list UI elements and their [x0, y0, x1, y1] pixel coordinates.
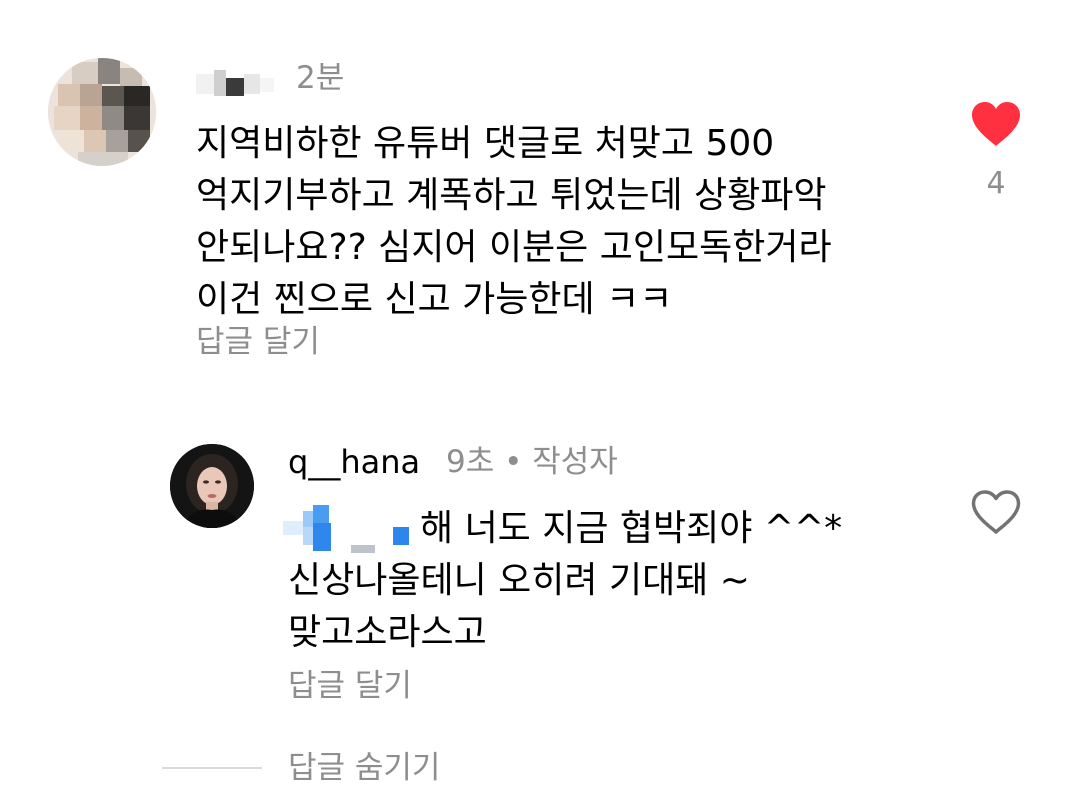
- comment-line: 억지기부하고 계폭하고 튀었는데 상황파악: [196, 175, 827, 216]
- divider-line: [162, 767, 262, 769]
- like-count: 4: [986, 166, 1006, 201]
- author-username[interactable]: q__hana: [288, 440, 420, 484]
- comment-line: 지역비하한 유튜버 댓글로 처맞고 500: [196, 123, 775, 164]
- author-avatar[interactable]: [170, 444, 254, 528]
- reply-button[interactable]: 답글 달기: [196, 320, 320, 364]
- commenter-name-redacted[interactable]: [196, 64, 278, 98]
- comment-line: 해 너도 지금 협박죄야 ^^*: [420, 508, 843, 549]
- hide-replies-button[interactable]: 답글 숨기기: [288, 746, 440, 790]
- comment-line: 안되나요?? 심지어 이분은 고인모독한거라: [196, 227, 832, 268]
- comment-timestamp: 2분: [296, 60, 345, 96]
- commenter-avatar[interactable]: [48, 58, 156, 166]
- heart-outline-icon[interactable]: [970, 488, 1022, 536]
- comment-line: 신상나올테니 오히려 기대돼 ~: [288, 560, 750, 601]
- reply-button[interactable]: 답글 달기: [288, 664, 412, 708]
- comment-line: 이건 찐으로 신고 가능한데 ㅋㅋ: [196, 279, 673, 320]
- heart-filled-icon[interactable]: [970, 100, 1022, 148]
- comment-text: 해 너도 지금 협박죄야 ^^* 신상나올테니 오히려 기대돼 ~ 맞고소라스고: [288, 503, 928, 659]
- comment-line: 맞고소라스고: [288, 612, 487, 653]
- comment-text: 지역비하한 유튜버 댓글로 처맞고 500 억지기부하고 계폭하고 튀었는데 상…: [196, 118, 916, 326]
- comment-meta: 9초 • 작성자: [446, 444, 618, 480]
